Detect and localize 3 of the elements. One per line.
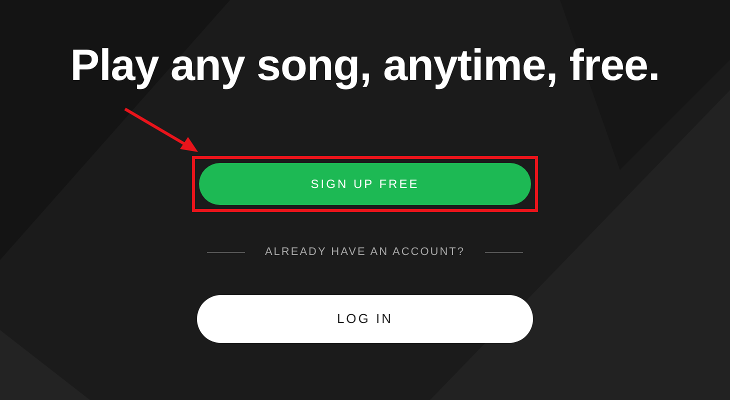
divider-text: ALREADY HAVE AN ACCOUNT? (264, 245, 466, 260)
headline: Play any song, anytime, free. (70, 40, 660, 92)
log-in-button[interactable]: LOG IN (197, 294, 533, 342)
